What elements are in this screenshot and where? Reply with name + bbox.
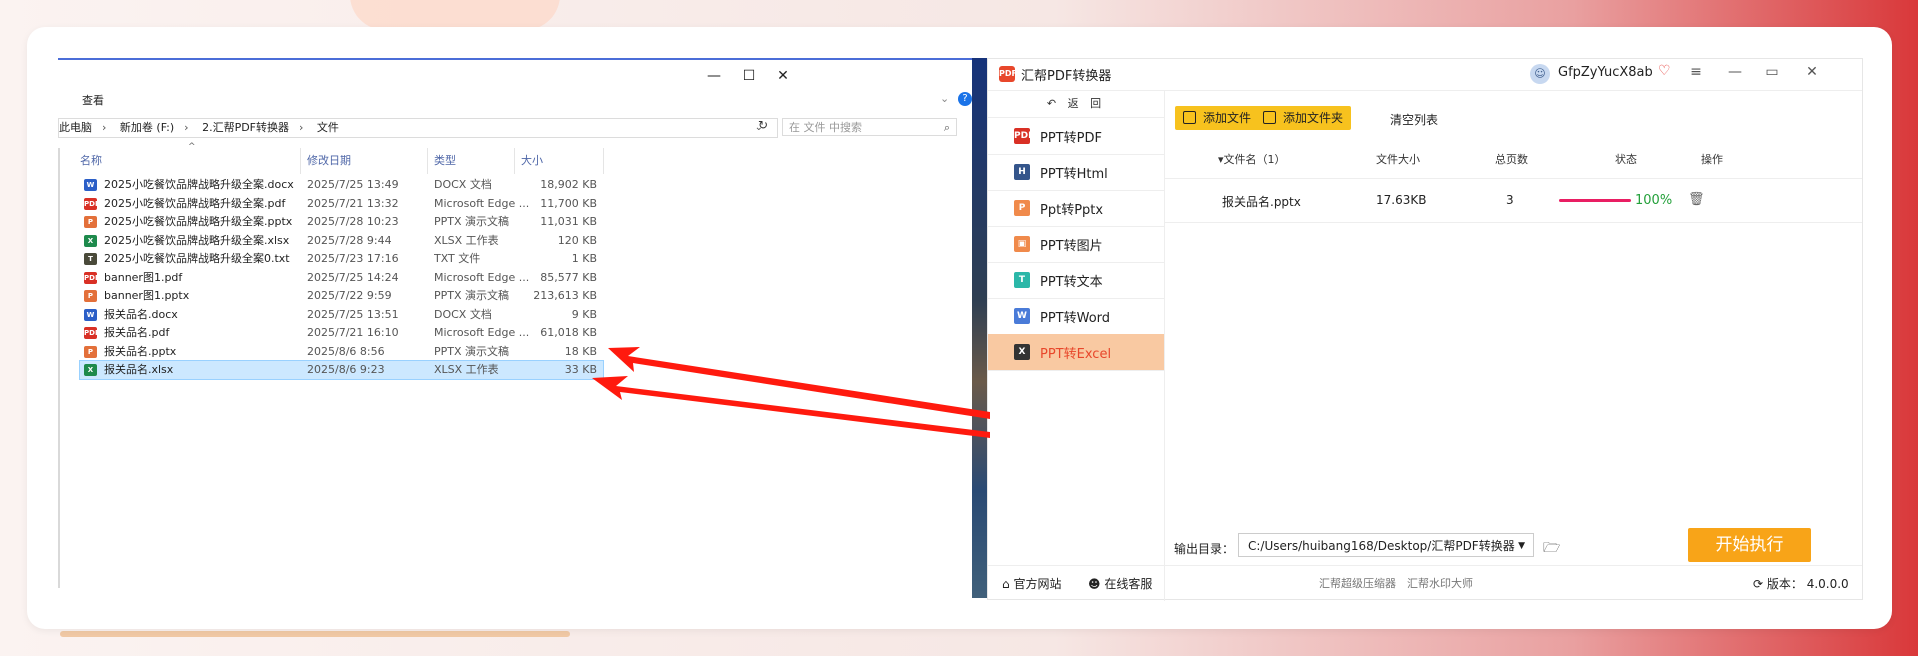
- annotation-arrows: [592, 347, 990, 438]
- arrow-to-pptx: [608, 347, 990, 419]
